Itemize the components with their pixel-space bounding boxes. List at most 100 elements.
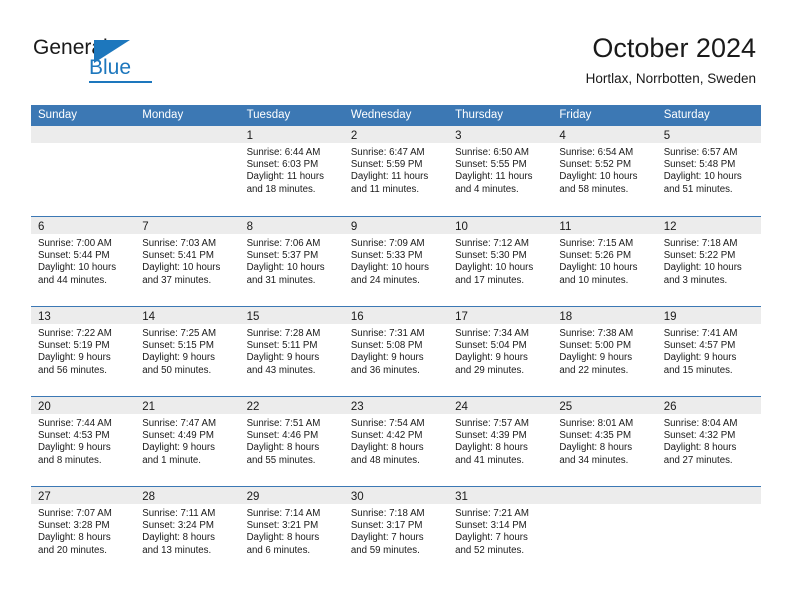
daylight-text-line1: Daylight: 8 hours <box>663 442 737 454</box>
day-number-band: 23 <box>343 397 449 414</box>
day-details: Sunrise: 7:11 AM Sunset: 3:24 PM Daylight:… <box>135 504 239 557</box>
daylight-text-line2: and 10 minutes. <box>559 274 629 286</box>
day-cell[interactable]: 14 Sunrise: 7:25 AM Sunset: 5:15 PM Dayligh… <box>135 307 240 396</box>
daylight-text-line1: Daylight: 7 hours <box>455 532 528 544</box>
daylight-text-line2: and 8 minutes. <box>38 454 102 466</box>
day-details: Sunrise: 7:54 AM Sunset: 4:42 PM Daylight:… <box>344 414 448 467</box>
sunrise-text: Sunrise: 7:21 AM <box>455 508 529 519</box>
day-number: 23 <box>350 401 364 413</box>
day-number: 31 <box>455 491 468 503</box>
day-cell[interactable]: 13 Sunrise: 7:22 AM Sunset: 5:19 PM Dayligh… <box>31 307 136 396</box>
day-cell[interactable]: 8 Sunrise: 7:06 AM Sunset: 5:37 PM Daylight… <box>239 217 344 306</box>
day-cell[interactable]: 11 Sunrise: 7:15 AM Sunset: 5:26 PM Dayligh… <box>552 217 657 306</box>
day-number-band: 12 <box>656 217 761 234</box>
day-cell[interactable]: 5 Sunrise: 6:57 AM Sunset: 5:48 PM Daylight… <box>656 126 761 216</box>
day-cell[interactable]: 26 Sunrise: 8:04 AM Sunset: 4:32 PM Dayligh… <box>656 397 761 486</box>
location-subtitle: Hortlax, Norrbotten, Sweden <box>585 71 756 86</box>
sunrise-text: Sunrise: 7:47 AM <box>142 418 217 429</box>
sunrise-text: Sunrise: 7:00 AM <box>38 238 112 249</box>
daylight-text-line1: Daylight: 10 hours <box>663 262 742 274</box>
sunset-text: Sunset: 5:30 PM <box>455 250 527 262</box>
day-cell[interactable]: 18 Sunrise: 7:38 AM Sunset: 5:00 PM Dayligh… <box>552 307 657 396</box>
day-number-band: 9 <box>343 217 449 234</box>
day-number-band <box>31 126 136 143</box>
sunset-text: Sunset: 5:41 PM <box>142 250 214 262</box>
day-cell[interactable]: 2 Sunrise: 6:47 AM Sunset: 5:59 PM Daylight… <box>343 126 449 216</box>
daylight-text-line1: Daylight: 8 hours <box>455 442 528 454</box>
day-cell[interactable]: 6 Sunrise: 7:00 AM Sunset: 5:44 PM Daylight… <box>31 217 136 306</box>
day-cell[interactable]: 16 Sunrise: 7:31 AM Sunset: 5:08 PM Dayligh… <box>343 307 449 396</box>
calendar-weeks: 1 Sunrise: 6:44 AM Sunset: 6:03 PM Daylight… <box>31 126 761 576</box>
weekday-header-friday: Friday <box>559 109 592 121</box>
page-header: General Blue October 2024 Hortlax, Norrb… <box>0 0 792 100</box>
day-cell[interactable]: 31 Sunrise: 7:21 AM Sunset: 3:14 PM Dayligh… <box>448 487 553 576</box>
sunset-text: Sunset: 4:32 PM <box>663 430 736 442</box>
daylight-text-line1: Daylight: 9 hours <box>142 352 215 364</box>
sunrise-text: Sunrise: 7:51 AM <box>246 418 321 429</box>
day-cell[interactable]: 30 Sunrise: 7:18 AM Sunset: 3:17 PM Dayligh… <box>343 487 449 576</box>
day-cell[interactable]: 12 Sunrise: 7:18 AM Sunset: 5:22 PM Dayligh… <box>656 217 761 306</box>
daylight-text-line2: and 3 minutes. <box>663 274 728 286</box>
sunset-text: Sunset: 5:55 PM <box>455 159 527 171</box>
daylight-text-line2: and 48 minutes. <box>350 454 420 466</box>
sunrise-text: Sunrise: 6:47 AM <box>350 147 425 158</box>
sunrise-text: Sunrise: 7:22 AM <box>38 328 112 339</box>
day-cell[interactable]: 27 Sunrise: 7:07 AM Sunset: 3:28 PM Dayligh… <box>31 487 136 576</box>
day-cell[interactable]: 19 Sunrise: 7:41 AM Sunset: 4:57 PM Dayligh… <box>656 307 761 396</box>
day-cell[interactable]: 28 Sunrise: 7:11 AM Sunset: 3:24 PM Dayligh… <box>135 487 240 576</box>
day-cell[interactable]: 10 Sunrise: 7:12 AM Sunset: 5:30 PM Dayligh… <box>448 217 553 306</box>
day-cell[interactable]: 9 Sunrise: 7:09 AM Sunset: 5:33 PM Daylight… <box>343 217 449 306</box>
sunrise-text: Sunrise: 6:44 AM <box>246 147 321 158</box>
day-cell[interactable]: 20 Sunrise: 7:44 AM Sunset: 4:53 PM Dayligh… <box>31 397 136 486</box>
day-cell-empty <box>656 487 761 576</box>
daylight-text-line1: Daylight: 8 hours <box>142 532 215 544</box>
day-cell[interactable]: 25 Sunrise: 8:01 AM Sunset: 4:35 PM Dayligh… <box>552 397 657 486</box>
day-number-band: 15 <box>239 307 344 324</box>
daylight-text-line2: and 34 minutes. <box>559 454 629 466</box>
daylight-text-line2: and 27 minutes. <box>663 454 733 466</box>
day-cell[interactable]: 23 Sunrise: 7:54 AM Sunset: 4:42 PM Dayligh… <box>343 397 449 486</box>
sunrise-text: Sunrise: 7:41 AM <box>663 328 738 339</box>
day-cell[interactable]: 4 Sunrise: 6:54 AM Sunset: 5:52 PM Daylight… <box>552 126 657 216</box>
day-details: Sunrise: 7:09 AM Sunset: 5:33 PM Daylight:… <box>344 234 448 287</box>
sunrise-text: Sunrise: 7:54 AM <box>350 418 425 429</box>
day-number-band: 8 <box>239 217 344 234</box>
sunrise-text: Sunrise: 7:18 AM <box>350 508 425 519</box>
sunrise-text: Sunrise: 7:25 AM <box>142 328 217 339</box>
sunset-text: Sunset: 5:33 PM <box>350 250 423 262</box>
day-number-band: 19 <box>656 307 761 324</box>
weekday-header-saturday: Saturday <box>663 109 710 121</box>
day-cell[interactable]: 1 Sunrise: 6:44 AM Sunset: 6:03 PM Daylight… <box>239 126 344 216</box>
daylight-text-line1: Daylight: 8 hours <box>38 532 111 544</box>
day-number-band: 25 <box>552 397 657 414</box>
day-cell[interactable]: 22 Sunrise: 7:51 AM Sunset: 4:46 PM Dayligh… <box>239 397 344 486</box>
day-details: Sunrise: 7:28 AM Sunset: 5:11 PM Daylight:… <box>240 324 344 377</box>
sunrise-text: Sunrise: 7:15 AM <box>559 238 634 249</box>
day-details: Sunrise: 7:03 AM Sunset: 5:41 PM Daylight:… <box>135 234 239 287</box>
day-cell[interactable]: 15 Sunrise: 7:28 AM Sunset: 5:11 PM Dayligh… <box>239 307 344 396</box>
sunset-text: Sunset: 5:26 PM <box>559 250 632 262</box>
sunrise-text: Sunrise: 7:11 AM <box>142 508 216 519</box>
day-number-band <box>552 487 657 504</box>
day-number: 5 <box>663 130 671 142</box>
daylight-text-line2: and 59 minutes. <box>350 544 420 556</box>
daylight-text-line1: Daylight: 9 hours <box>663 352 737 364</box>
daylight-text-line2: and 18 minutes. <box>246 183 316 195</box>
sunset-text: Sunset: 5:04 PM <box>455 340 527 352</box>
day-cell[interactable]: 29 Sunrise: 7:14 AM Sunset: 3:21 PM Dayligh… <box>239 487 344 576</box>
day-number-band: 31 <box>448 487 553 504</box>
day-number: 13 <box>38 311 51 323</box>
day-cell[interactable]: 17 Sunrise: 7:34 AM Sunset: 5:04 PM Dayligh… <box>448 307 553 396</box>
day-cell[interactable]: 7 Sunrise: 7:03 AM Sunset: 5:41 PM Daylight… <box>135 217 240 306</box>
day-cell[interactable]: 24 Sunrise: 7:57 AM Sunset: 4:39 PM Dayligh… <box>448 397 553 486</box>
daylight-text-line1: Daylight: 11 hours <box>350 171 429 183</box>
daylight-text-line1: Daylight: 8 hours <box>350 442 424 454</box>
day-details: Sunrise: 7:12 AM Sunset: 5:30 PM Daylight:… <box>448 234 552 287</box>
day-cell[interactable]: 21 Sunrise: 7:47 AM Sunset: 4:49 PM Dayligh… <box>135 397 240 486</box>
daylight-text-line2: and 41 minutes. <box>455 454 525 466</box>
day-details: Sunrise: 7:15 AM Sunset: 5:26 PM Daylight:… <box>552 234 656 287</box>
daylight-text-line2: and 4 minutes. <box>455 183 519 195</box>
day-cell[interactable]: 3 Sunrise: 6:50 AM Sunset: 5:55 PM Daylight… <box>448 126 553 216</box>
general-blue-logo[interactable]: General Blue <box>33 36 153 86</box>
daylight-text-line2: and 56 minutes. <box>38 364 107 376</box>
